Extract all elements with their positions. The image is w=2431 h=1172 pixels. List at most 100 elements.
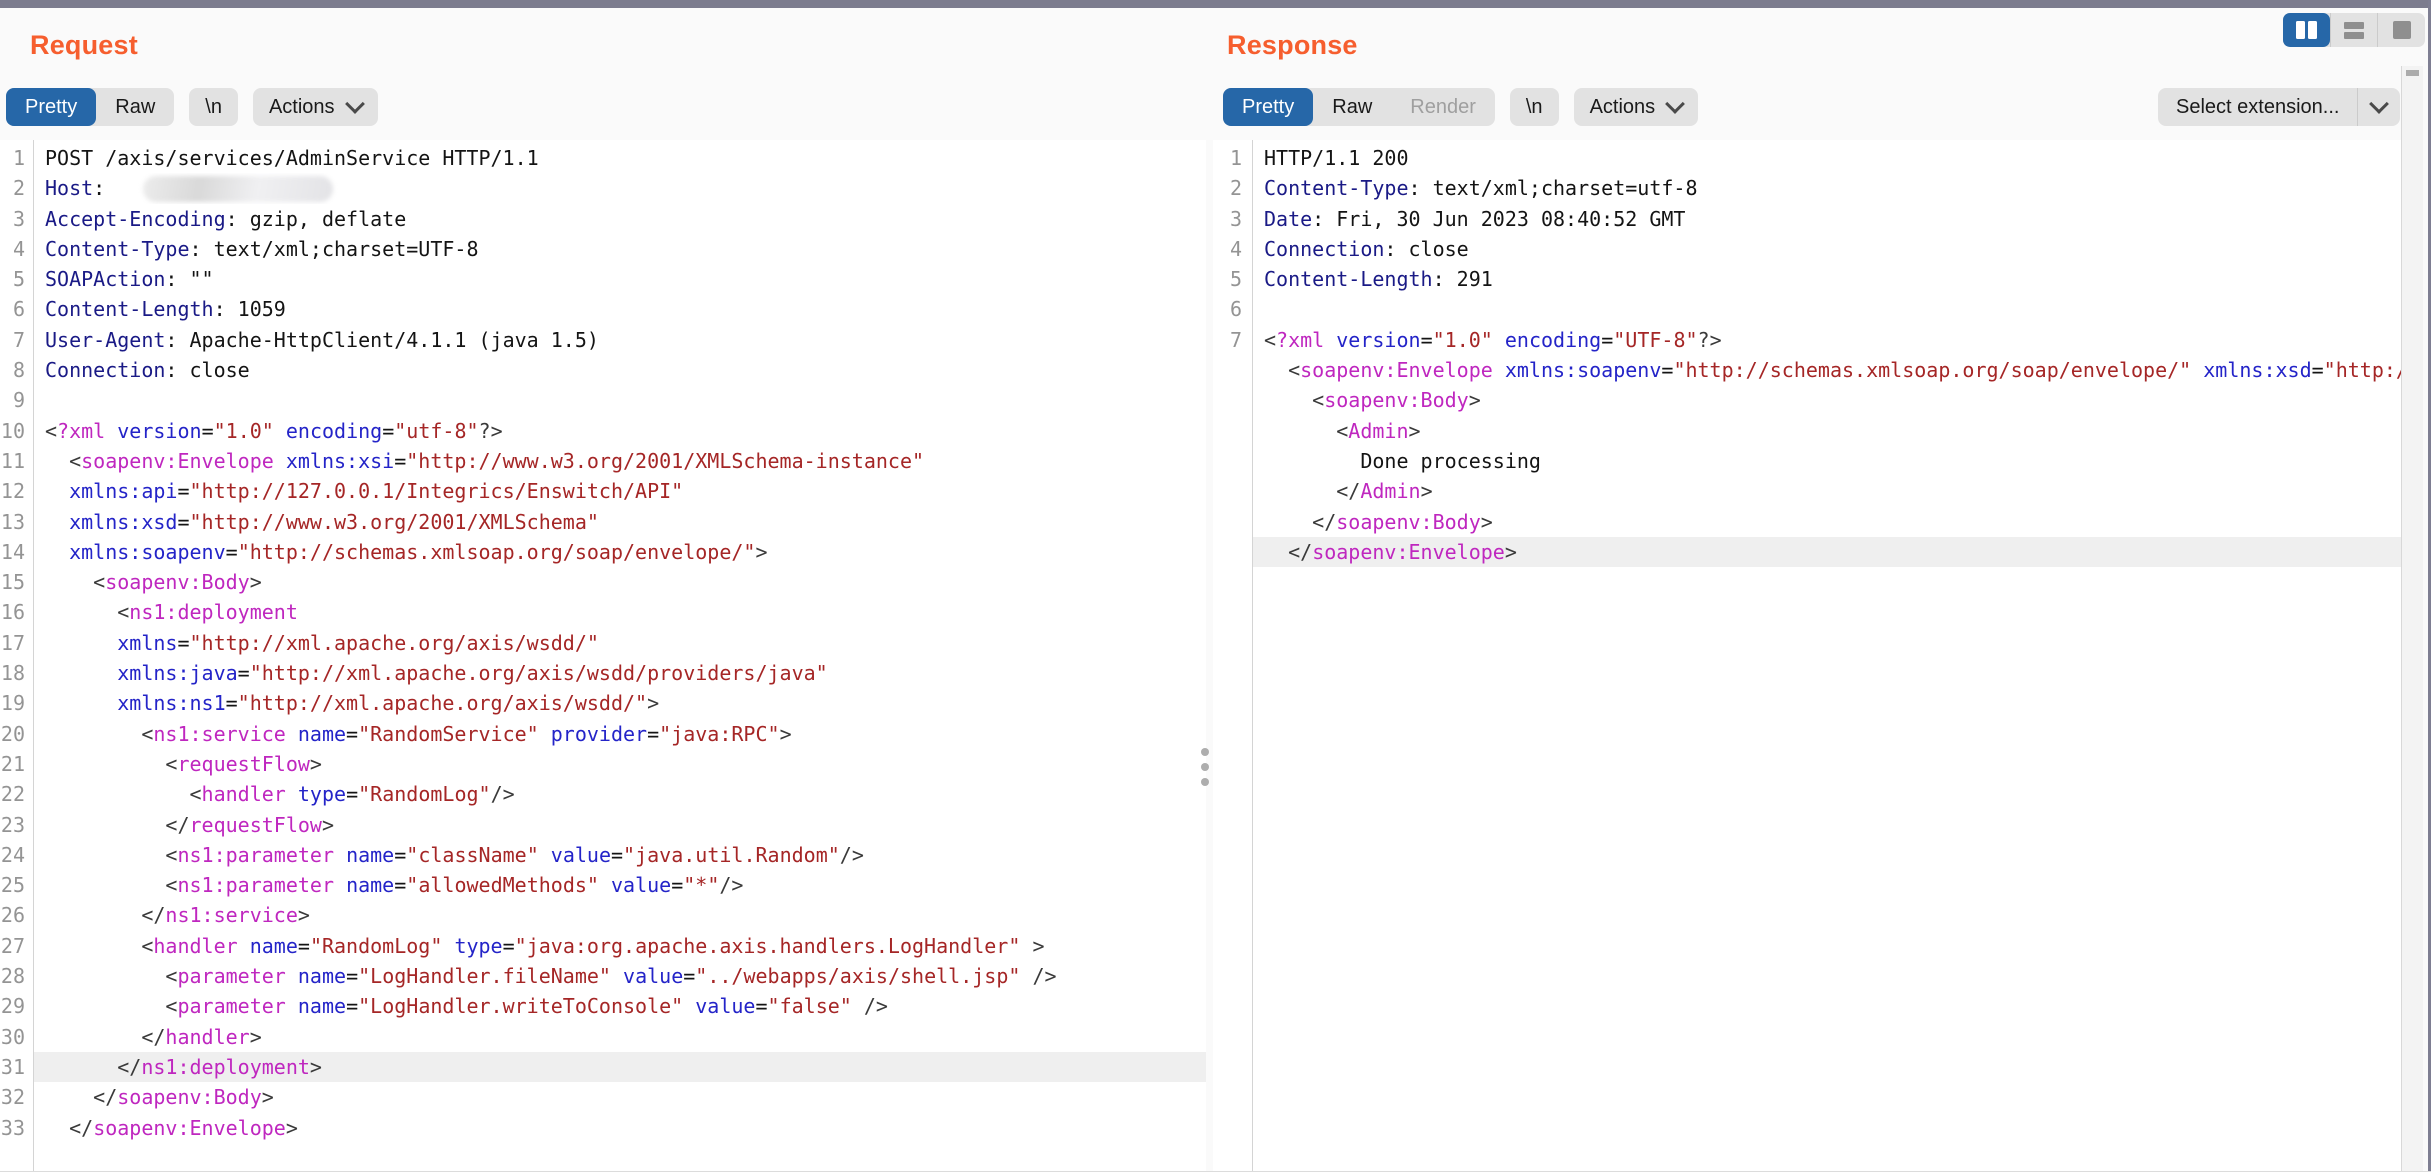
code-line[interactable]: 4Connection: close: [1213, 234, 2401, 264]
code-text: xmlns="http://xml.apache.org/axis/wsdd/": [33, 628, 1206, 658]
request-tab-raw[interactable]: Raw: [96, 88, 174, 126]
code-text: Date: Fri, 30 Jun 2023 08:40:52 GMT: [1252, 204, 2401, 234]
code-text: Connection: close: [1252, 234, 2401, 264]
code-line[interactable]: 25 <ns1:parameter name="allowedMethods" …: [0, 870, 1206, 900]
code-text: HTTP/1.1 200: [1252, 143, 2401, 173]
code-line[interactable]: 32 </soapenv:Body>: [0, 1082, 1206, 1112]
code-line[interactable]: 21 <requestFlow>: [0, 749, 1206, 779]
code-line[interactable]: <Admin>: [1213, 416, 2401, 446]
response-view-tabs: Pretty Raw Render: [1223, 88, 1495, 126]
request-actions-label: Actions: [269, 96, 335, 119]
code-line[interactable]: 30 </handler>: [0, 1022, 1206, 1052]
code-line[interactable]: 4Content-Type: text/xml;charset=UTF-8: [0, 234, 1206, 264]
select-extension-chevron-button[interactable]: [2357, 88, 2400, 126]
code-line[interactable]: 1POST /axis/services/AdminService HTTP/1…: [0, 143, 1206, 173]
select-extension-button[interactable]: Select extension...: [2158, 88, 2357, 126]
code-line[interactable]: 5Content-Length: 291: [1213, 264, 2401, 294]
code-line[interactable]: 5SOAPAction: "": [0, 264, 1206, 294]
line-number: 6: [0, 294, 33, 324]
code-line[interactable]: 9: [0, 385, 1206, 415]
code-text: <?xml version="1.0" encoding="utf-8"?>: [33, 416, 1206, 446]
code-line[interactable]: 22 <handler type="RandomLog"/>: [0, 779, 1206, 809]
code-text: User-Agent: Apache-HttpClient/4.1.1 (jav…: [33, 325, 1206, 355]
response-newline-toggle-button[interactable]: \n: [1510, 88, 1559, 126]
code-line[interactable]: 7<?xml version="1.0" encoding="UTF-8"?>: [1213, 325, 2401, 355]
response-tab-pretty[interactable]: Pretty: [1223, 88, 1313, 126]
layout-side-by-side-button[interactable]: [2283, 13, 2330, 47]
code-text: </soapenv:Body>: [33, 1082, 1206, 1112]
code-line[interactable]: <soapenv:Envelope xmlns:soapenv="http://…: [1213, 355, 2401, 385]
response-actions-button[interactable]: Actions: [1574, 88, 1699, 126]
code-line[interactable]: 15 <soapenv:Body>: [0, 567, 1206, 597]
code-line[interactable]: 18 xmlns:java="http://xml.apache.org/axi…: [0, 658, 1206, 688]
code-line[interactable]: 23 </requestFlow>: [0, 810, 1206, 840]
code-text: <handler name="RandomLog" type="java:org…: [33, 931, 1206, 961]
code-line[interactable]: 3Accept-Encoding: gzip, deflate: [0, 204, 1206, 234]
code-line[interactable]: 17 xmlns="http://xml.apache.org/axis/wsd…: [0, 628, 1206, 658]
code-line[interactable]: 6Content-Length: 1059: [0, 294, 1206, 324]
response-vertical-scrollbar[interactable]: [2401, 66, 2423, 1171]
code-line[interactable]: 3Date: Fri, 30 Jun 2023 08:40:52 GMT: [1213, 204, 2401, 234]
code-text: <parameter name="LogHandler.writeToConso…: [33, 991, 1206, 1021]
code-text: <soapenv:Envelope xmlns:soapenv="http://…: [1252, 355, 2401, 385]
code-line[interactable]: Done processing: [1213, 446, 2401, 476]
code-line[interactable]: 2Host:: [0, 173, 1206, 203]
code-line[interactable]: 20 <ns1:service name="RandomService" pro…: [0, 719, 1206, 749]
line-number: [1213, 416, 1252, 446]
line-number: 25: [0, 870, 33, 900]
request-toolbar: Pretty Raw \n Actions: [6, 88, 378, 126]
code-text: xmlns:soapenv="http://schemas.xmlsoap.or…: [33, 537, 1206, 567]
code-line[interactable]: 19 xmlns:ns1="http://xml.apache.org/axis…: [0, 688, 1206, 718]
request-tab-pretty[interactable]: Pretty: [6, 88, 96, 126]
line-number: 16: [0, 597, 33, 627]
code-line[interactable]: 8Connection: close: [0, 355, 1206, 385]
code-line[interactable]: 27 <handler name="RandomLog" type="java:…: [0, 931, 1206, 961]
code-line[interactable]: 29 <parameter name="LogHandler.writeToCo…: [0, 991, 1206, 1021]
code-line[interactable]: 11 <soapenv:Envelope xmlns:xsi="http://w…: [0, 446, 1206, 476]
code-line[interactable]: 16 <ns1:deployment: [0, 597, 1206, 627]
layout-stacked-button[interactable]: [2330, 13, 2378, 47]
request-editor[interactable]: 1POST /axis/services/AdminService HTTP/1…: [0, 140, 1206, 1171]
code-line[interactable]: 6: [1213, 294, 2401, 324]
code-text: Accept-Encoding: gzip, deflate: [33, 204, 1206, 234]
code-line[interactable]: 7User-Agent: Apache-HttpClient/4.1.1 (ja…: [0, 325, 1206, 355]
code-line[interactable]: </soapenv:Envelope>: [1213, 537, 2401, 567]
code-line[interactable]: </Admin>: [1213, 476, 2401, 506]
code-text: Done processing: [1252, 446, 2401, 476]
code-line[interactable]: 13 xmlns:xsd="http://www.w3.org/2001/XML…: [0, 507, 1206, 537]
code-line[interactable]: 28 <parameter name="LogHandler.fileName"…: [0, 961, 1206, 991]
request-newline-toggle-button[interactable]: \n: [189, 88, 238, 126]
request-actions-button[interactable]: Actions: [253, 88, 378, 126]
panel-splitter-handle[interactable]: [1201, 741, 1211, 793]
layout-single-pane-button[interactable]: [2377, 13, 2425, 47]
response-tab-render: Render: [1391, 88, 1495, 126]
response-toolbar: Pretty Raw Render \n Actions: [1223, 88, 1698, 126]
request-panel: Request Pretty Raw \n Actions 1POST /axi…: [0, 8, 1206, 1172]
response-editor[interactable]: 1HTTP/1.1 2002Content-Type: text/xml;cha…: [1213, 140, 2401, 1171]
request-panel-title: Request: [30, 30, 138, 61]
redacted-host-value: [143, 176, 333, 202]
line-number: [1213, 385, 1252, 415]
code-line[interactable]: 12 xmlns:api="http://127.0.0.1/Integrics…: [0, 476, 1206, 506]
line-number: 21: [0, 749, 33, 779]
code-line[interactable]: 33 </soapenv:Envelope>: [0, 1113, 1206, 1143]
line-number: 26: [0, 900, 33, 930]
code-line[interactable]: 1HTTP/1.1 200: [1213, 143, 2401, 173]
code-line[interactable]: 26 </ns1:service>: [0, 900, 1206, 930]
line-number: [1213, 355, 1252, 385]
code-line[interactable]: 31 </ns1:deployment>: [0, 1052, 1206, 1082]
code-line[interactable]: 24 <ns1:parameter name="className" value…: [0, 840, 1206, 870]
code-line[interactable]: 2Content-Type: text/xml;charset=utf-8: [1213, 173, 2401, 203]
response-panel-title: Response: [1227, 30, 1358, 61]
response-scrollbar-thumb[interactable]: [2406, 70, 2419, 76]
response-tab-raw[interactable]: Raw: [1313, 88, 1391, 126]
code-line[interactable]: </soapenv:Body>: [1213, 507, 2401, 537]
code-text: <soapenv:Envelope xmlns:xsi="http://www.…: [33, 446, 1206, 476]
line-number: 17: [0, 628, 33, 658]
code-line[interactable]: 14 xmlns:soapenv="http://schemas.xmlsoap…: [0, 537, 1206, 567]
code-line[interactable]: 10<?xml version="1.0" encoding="utf-8"?>: [0, 416, 1206, 446]
code-text: Content-Length: 291: [1252, 264, 2401, 294]
response-panel: Response Pretty Raw Render \n Actions 1H…: [1213, 8, 2401, 1172]
code-line[interactable]: <soapenv:Body>: [1213, 385, 2401, 415]
line-number: 3: [0, 204, 33, 234]
